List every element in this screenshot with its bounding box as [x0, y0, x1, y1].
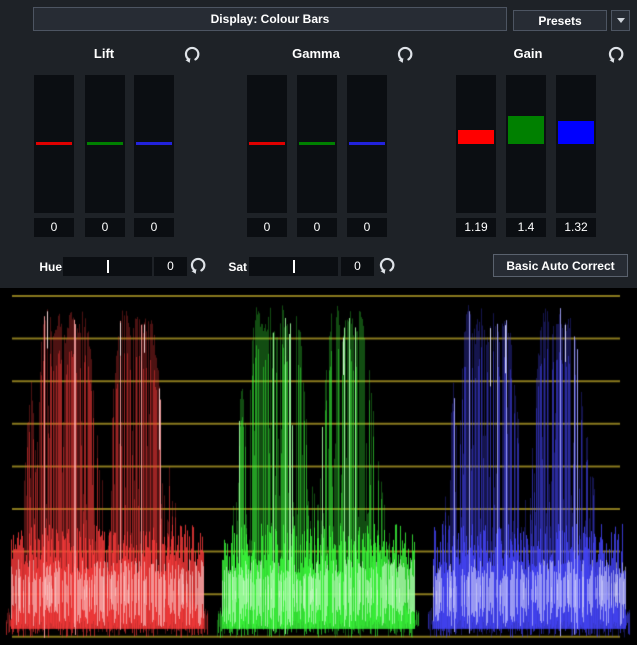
gain-blue-value[interactable]: 1.32	[556, 218, 596, 237]
sat-slider-tick[interactable]	[293, 260, 295, 273]
reset-circular-arrow-icon	[378, 256, 396, 274]
lift-blue-handle[interactable]	[136, 142, 172, 145]
gamma-title: Gamma	[246, 46, 386, 61]
lift-section: Lift 0 0 0	[0, 0, 212, 288]
sat-reset-button[interactable]	[376, 255, 398, 277]
sat-value[interactable]: 0	[341, 257, 374, 276]
gamma-green-value[interactable]: 0	[297, 218, 337, 237]
reset-circular-arrow-icon	[183, 45, 201, 63]
gamma-blue-handle[interactable]	[349, 142, 385, 145]
hue-slider-tick[interactable]	[107, 260, 109, 273]
lift-blue-value[interactable]: 0	[134, 218, 174, 237]
lift-red-handle[interactable]	[36, 142, 72, 145]
gain-title: Gain	[458, 46, 598, 61]
lift-reset-button[interactable]	[181, 44, 203, 66]
gain-blue-slider[interactable]	[556, 75, 596, 213]
lift-green-slider[interactable]	[85, 75, 125, 213]
reset-circular-arrow-icon	[607, 45, 625, 63]
gamma-green-handle[interactable]	[299, 142, 335, 145]
gamma-section: Gamma 0 0 0	[212, 0, 424, 288]
gain-red-value[interactable]: 1.19	[456, 218, 496, 237]
gamma-blue-value[interactable]: 0	[347, 218, 387, 237]
lift-red-value[interactable]: 0	[34, 218, 74, 237]
lift-green-value[interactable]: 0	[85, 218, 125, 237]
gain-blue-handle[interactable]	[558, 121, 594, 144]
hue-slider[interactable]	[63, 257, 152, 276]
lift-blue-slider[interactable]	[134, 75, 174, 213]
basic-auto-correct-button[interactable]: Basic Auto Correct	[493, 254, 628, 277]
gain-green-value[interactable]: 1.4	[506, 218, 546, 237]
gamma-red-value[interactable]: 0	[247, 218, 287, 237]
lift-title: Lift	[34, 46, 174, 61]
gamma-green-slider[interactable]	[297, 75, 337, 213]
gamma-red-slider[interactable]	[247, 75, 287, 213]
colour-correct-panel: Display: Colour Bars Presets Lift 0 0 0 …	[0, 0, 637, 645]
lift-green-handle[interactable]	[87, 142, 123, 145]
hue-label: Hue	[18, 260, 62, 274]
gain-red-handle[interactable]	[458, 130, 494, 144]
sat-slider[interactable]	[249, 257, 338, 276]
sat-label: Sat	[205, 260, 247, 274]
lift-red-slider[interactable]	[34, 75, 74, 213]
gain-section: Gain 1.19 1.4 1.32	[424, 0, 636, 288]
reset-circular-arrow-icon	[396, 45, 414, 63]
rgb-parade-canvas[interactable]	[0, 288, 637, 645]
gamma-reset-button[interactable]	[394, 44, 416, 66]
gamma-blue-slider[interactable]	[347, 75, 387, 213]
gain-reset-button[interactable]	[605, 44, 627, 66]
gain-red-slider[interactable]	[456, 75, 496, 213]
gain-green-handle[interactable]	[508, 116, 544, 144]
gain-green-slider[interactable]	[506, 75, 546, 213]
waveform-scope[interactable]	[0, 288, 637, 645]
gamma-red-handle[interactable]	[249, 142, 285, 145]
hue-value[interactable]: 0	[154, 257, 187, 276]
